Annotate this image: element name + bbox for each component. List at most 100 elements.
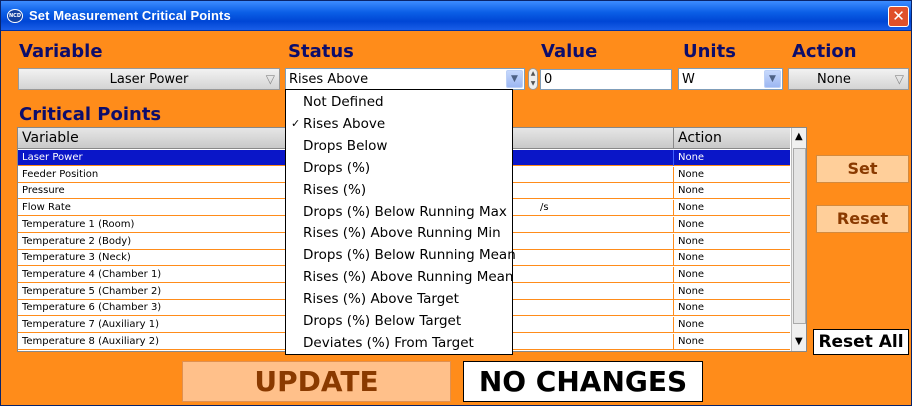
row-action: None bbox=[678, 302, 705, 314]
row-action: None bbox=[678, 152, 705, 163]
reset-button[interactable]: Reset bbox=[816, 205, 909, 233]
critical-points-title: Critical Points bbox=[19, 104, 162, 125]
row-action: None bbox=[678, 168, 705, 180]
row-action: None bbox=[678, 268, 705, 280]
status-option[interactable]: Drops (%) Below Running Mean bbox=[286, 244, 516, 266]
value-spinner[interactable]: ▲ ▼ bbox=[528, 68, 538, 90]
row-action: None bbox=[678, 319, 705, 330]
status-option-label: Rises (%) Above Running Mean bbox=[303, 269, 514, 286]
status-option[interactable]: Rises (%) bbox=[286, 179, 512, 201]
status-option[interactable]: Rises (%) Above Running Min bbox=[286, 222, 512, 244]
column-divider bbox=[673, 128, 674, 149]
status-option[interactable]: Drops (%) bbox=[286, 157, 512, 179]
row-variable: Temperature 1 (Room) bbox=[22, 218, 135, 230]
action-select[interactable]: None ▽ bbox=[788, 68, 909, 90]
status-select[interactable]: Rises Above ▼ bbox=[285, 68, 525, 90]
scroll-down-icon[interactable]: ▼ bbox=[795, 336, 803, 347]
status-option-label: Drops (%) Below Running Max bbox=[303, 203, 507, 220]
row-variable: Laser Power bbox=[22, 152, 83, 163]
status-option-label: Drops (%) bbox=[303, 159, 371, 176]
status-option-label: Deviates (%) From Target bbox=[303, 334, 474, 351]
status-option[interactable]: Deviates (%) From Target bbox=[286, 332, 512, 354]
row-action: None bbox=[678, 218, 705, 230]
update-button[interactable]: UPDATE bbox=[182, 361, 451, 402]
row-variable: Temperature 3 (Neck) bbox=[22, 252, 131, 264]
row-action: None bbox=[678, 252, 705, 264]
status-option-label: Rises Above bbox=[303, 115, 386, 132]
row-action: None bbox=[678, 202, 705, 214]
status-option[interactable]: Rises (%) Above Target bbox=[286, 288, 512, 310]
action-header: Action bbox=[792, 41, 857, 62]
row-value: /s bbox=[540, 202, 549, 214]
column-divider bbox=[673, 166, 674, 183]
row-variable: Feeder Position bbox=[22, 168, 99, 180]
table-header-variable: Variable bbox=[22, 130, 79, 146]
variable-select-value: Laser Power bbox=[109, 72, 189, 87]
close-button[interactable]: ✕ bbox=[888, 6, 909, 27]
column-divider bbox=[673, 216, 674, 233]
status-option[interactable]: Rises (%) Above Running Mean bbox=[286, 266, 514, 288]
row-variable: Pressure bbox=[22, 185, 65, 197]
table-header-action: Action bbox=[678, 130, 722, 146]
column-divider bbox=[673, 183, 674, 200]
title-bar[interactable]: NCD Set Measurement Critical Points ✕ bbox=[1, 1, 911, 31]
set-button[interactable]: Set bbox=[816, 155, 909, 183]
spin-up-icon[interactable]: ▲ bbox=[529, 69, 537, 79]
column-divider bbox=[673, 317, 674, 333]
checkmark-icon: ✓ bbox=[291, 116, 301, 130]
row-action: None bbox=[678, 285, 705, 297]
units-select-value: W bbox=[682, 72, 695, 87]
value-input[interactable]: 0 bbox=[540, 69, 672, 90]
column-divider bbox=[673, 333, 674, 350]
action-select-value: None bbox=[817, 72, 851, 87]
window-title: Set Measurement Critical Points bbox=[29, 8, 231, 23]
dialog-window: NCD Set Measurement Critical Points ✕ Va… bbox=[0, 0, 912, 406]
chevron-down-icon[interactable]: ▼ bbox=[764, 70, 781, 88]
row-variable: Temperature 7 (Auxiliary 1) bbox=[22, 319, 159, 330]
status-option-label: Drops (%) Below Running Mean bbox=[303, 247, 516, 264]
app-icon: NCD bbox=[7, 9, 23, 23]
column-divider bbox=[673, 250, 674, 267]
chevron-down-icon[interactable]: ▼ bbox=[506, 70, 523, 88]
dropdown-triangle-icon: ▽ bbox=[265, 72, 275, 86]
status-option[interactable]: Drops (%) Below Running Max bbox=[286, 201, 512, 223]
row-action: None bbox=[678, 335, 705, 347]
row-action: None bbox=[678, 185, 705, 197]
scroll-thumb[interactable] bbox=[793, 148, 806, 324]
column-divider bbox=[673, 200, 674, 217]
scroll-up-icon[interactable]: ▲ bbox=[795, 131, 803, 142]
status-option[interactable]: Drops (%) Below Target bbox=[286, 310, 512, 332]
status-select-value: Rises Above bbox=[289, 72, 369, 87]
status-option-label: Rises (%) Above Target bbox=[303, 291, 459, 308]
row-variable: Temperature 6 (Chamber 3) bbox=[22, 302, 162, 314]
row-variable: Temperature 5 (Chamber 2) bbox=[22, 285, 162, 297]
variable-header: Variable bbox=[19, 41, 103, 62]
status-option-label: Rises (%) bbox=[303, 181, 367, 198]
variable-select[interactable]: Laser Power ▽ bbox=[18, 68, 280, 90]
column-divider bbox=[673, 150, 674, 166]
value-header: Value bbox=[541, 41, 598, 62]
spin-down-icon[interactable]: ▼ bbox=[529, 79, 537, 89]
status-option-label: Drops (%) Below Target bbox=[303, 313, 462, 329]
row-variable: Temperature 8 (Auxiliary 2) bbox=[22, 335, 159, 347]
row-variable: Temperature 2 (Body) bbox=[22, 235, 132, 247]
status-option-label: Drops Below bbox=[303, 137, 388, 154]
row-variable: Flow Rate bbox=[22, 202, 71, 214]
units-header: Units bbox=[683, 41, 736, 62]
status-option[interactable]: ✓ Rises Above bbox=[286, 113, 512, 135]
column-divider bbox=[673, 233, 674, 250]
row-variable: Temperature 4 (Chamber 1) bbox=[22, 268, 162, 280]
no-changes-button[interactable]: NO CHANGES bbox=[463, 361, 703, 402]
table-scrollbar[interactable]: ▲ ▼ bbox=[791, 128, 806, 351]
column-divider bbox=[673, 283, 674, 300]
units-select[interactable]: W ▼ bbox=[678, 68, 783, 90]
column-divider bbox=[673, 266, 674, 283]
status-option[interactable]: Not Defined bbox=[286, 91, 512, 113]
status-option[interactable]: Drops Below bbox=[286, 135, 512, 157]
row-action: None bbox=[678, 235, 705, 247]
status-header: Status bbox=[288, 41, 354, 62]
status-option-label: Not Defined bbox=[303, 94, 384, 110]
status-dropdown-list[interactable]: Not Defined ✓ Rises Above Drops Below Drops … bbox=[285, 89, 516, 355]
status-option-label: Rises (%) Above Running Min bbox=[303, 225, 501, 242]
reset-all-button[interactable]: Reset All bbox=[813, 329, 909, 355]
